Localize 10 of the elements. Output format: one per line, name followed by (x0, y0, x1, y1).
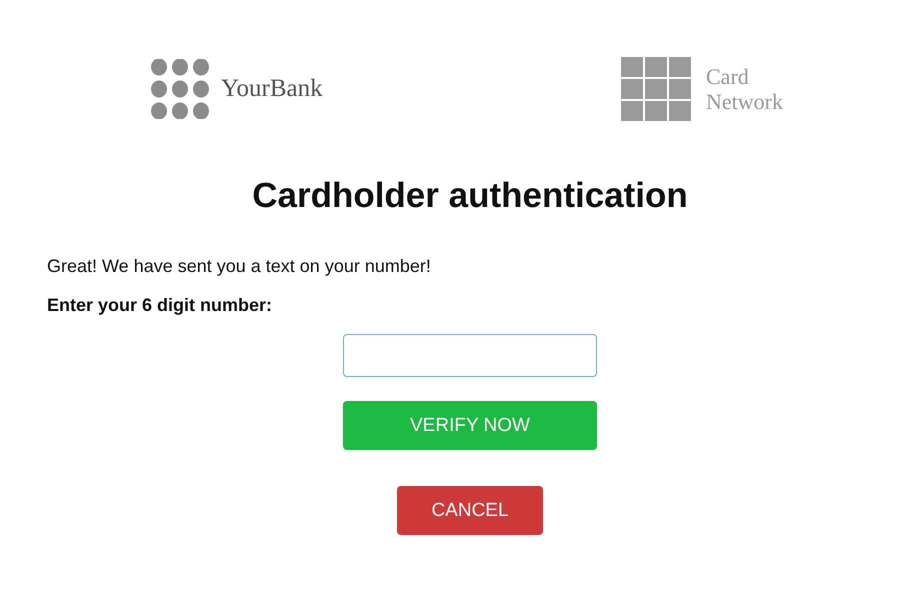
grid-logo-icon (621, 57, 692, 121)
verify-button[interactable]: VERIFY NOW (343, 401, 597, 450)
code-input-field[interactable] (343, 334, 597, 377)
cancel-button[interactable]: CANCEL (397, 486, 543, 535)
dots-logo-icon (151, 59, 211, 119)
message-text: Great! We have sent you a text on your number! (47, 256, 431, 277)
bank-name: YourBank (221, 75, 323, 103)
field-label: Enter your 6 digit number: (47, 295, 272, 316)
network-name: Card Network (706, 64, 784, 114)
page-title: Cardholder authentication (252, 176, 688, 216)
